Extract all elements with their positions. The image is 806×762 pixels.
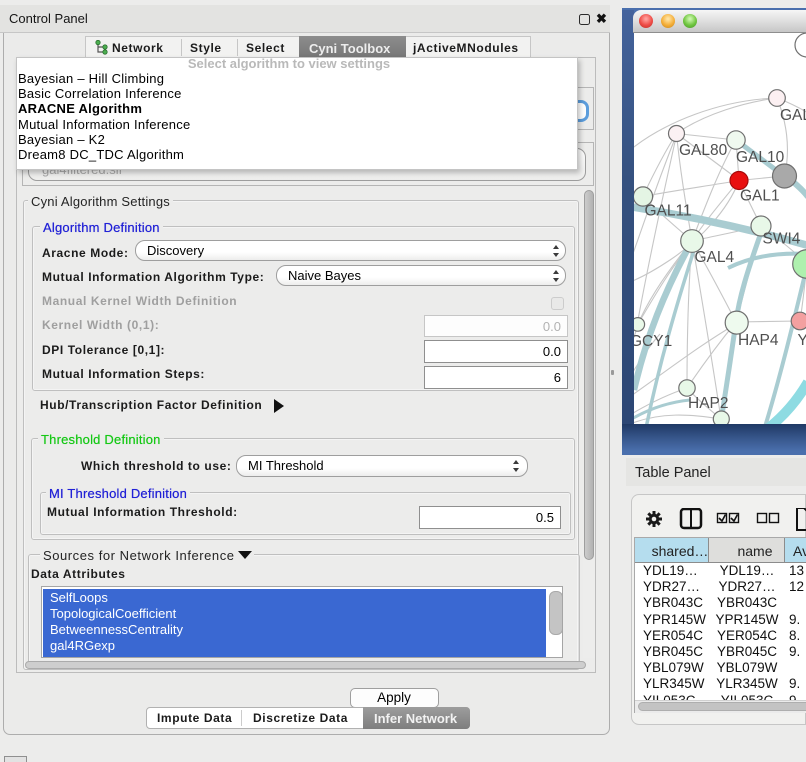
svg-text:GCY1: GCY1 xyxy=(634,333,672,350)
svg-text:GAL80: GAL80 xyxy=(679,142,728,159)
svg-text:HAP4: HAP4 xyxy=(738,332,779,349)
svg-text:GAL1: GAL1 xyxy=(740,188,780,205)
svg-text:YJ: YJ xyxy=(798,332,806,349)
svg-text:GAL11: GAL11 xyxy=(645,203,692,220)
svg-text:GAL7: GAL7 xyxy=(780,107,806,124)
svg-text:GAL10: GAL10 xyxy=(736,149,785,166)
svg-text:HAP2: HAP2 xyxy=(688,395,729,412)
svg-text:GAL4: GAL4 xyxy=(695,249,735,266)
svg-text:SWI4: SWI4 xyxy=(763,231,801,248)
